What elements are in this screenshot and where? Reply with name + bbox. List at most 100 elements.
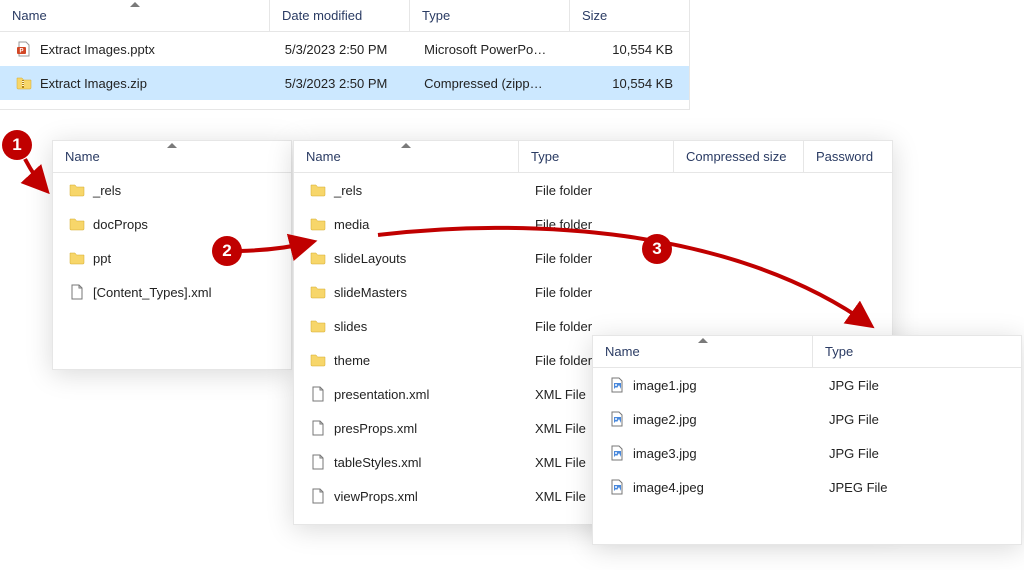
column-header-size[interactable]: Size — [570, 0, 680, 31]
file-list: _rels docProps ppt [Content_Types].xml — [53, 173, 291, 309]
column-header-type[interactable]: Type — [519, 141, 674, 172]
file-name: image4.jpeg — [633, 480, 704, 495]
folder-icon — [310, 250, 326, 266]
file-icon — [310, 488, 326, 504]
file-type: Microsoft PowerPo… — [414, 42, 573, 57]
list-item[interactable]: Extract Images.zip 5/3/2023 2:50 PMCompre… — [0, 66, 689, 100]
sort-ascending-icon — [698, 338, 708, 343]
step-number: 1 — [12, 135, 21, 155]
file-type: JPG File — [819, 446, 999, 461]
explorer-media-folder: Name Type image1.jpg JPG File image2.jpg JP… — [592, 335, 1022, 545]
file-size: 10,554 KB — [573, 42, 683, 57]
column-header-name[interactable]: Name — [0, 0, 270, 31]
column-header-type[interactable]: Type — [410, 0, 570, 31]
img-icon — [609, 411, 625, 427]
column-label: Name — [605, 344, 640, 359]
list-item[interactable]: image4.jpeg JPEG File — [593, 470, 1021, 504]
file-name: _rels — [334, 183, 362, 198]
folder-icon — [310, 216, 326, 232]
folder-icon — [310, 284, 326, 300]
column-header-name[interactable]: Name — [593, 336, 813, 367]
column-label: Type — [825, 344, 853, 359]
file-date: 5/3/2023 2:50 PM — [275, 76, 414, 91]
column-label: Name — [12, 8, 47, 23]
list-item[interactable]: image3.jpg JPG File — [593, 436, 1021, 470]
list-item[interactable]: slideLayoutsFile folder — [294, 241, 892, 275]
file-icon — [310, 386, 326, 402]
column-label: Compressed size — [686, 149, 786, 164]
column-header-compressed[interactable]: Compressed size — [674, 141, 804, 172]
folder-icon — [69, 216, 85, 232]
file-name: media — [334, 217, 369, 232]
column-label: Size — [582, 8, 607, 23]
column-label: Name — [306, 149, 341, 164]
column-label: Date modified — [282, 8, 362, 23]
file-icon — [69, 284, 85, 300]
list-item[interactable]: media File folder — [294, 207, 892, 241]
file-name: docProps — [93, 217, 148, 232]
file-type: Compressed (zipp… — [414, 76, 573, 91]
file-type: File folder — [525, 183, 680, 198]
file-type: JPG File — [819, 412, 999, 427]
folder-icon — [69, 250, 85, 266]
file-type: File folder — [525, 217, 680, 232]
file-type: JPG File — [819, 378, 999, 393]
file-name: image3.jpg — [633, 446, 697, 461]
file-name: Extract Images.zip — [40, 76, 147, 91]
file-name: viewProps.xml — [334, 489, 418, 504]
column-header-name[interactable]: Name — [294, 141, 519, 172]
list-item[interactable]: image2.jpg JPG File — [593, 402, 1021, 436]
img-icon — [609, 479, 625, 495]
file-name: ppt — [93, 251, 111, 266]
file-name: image1.jpg — [633, 378, 697, 393]
file-list: image1.jpgJPG Fileimage2.jpgJPG Fileimag… — [593, 368, 1021, 504]
column-label: Type — [531, 149, 559, 164]
column-header-row: Name Type Compressed size Password — [294, 141, 892, 173]
column-header-date[interactable]: Date modified — [270, 0, 410, 31]
file-icon — [310, 420, 326, 436]
file-name: Extract Images.pptx — [40, 42, 155, 57]
column-label: Type — [422, 8, 450, 23]
file-size: 10,554 KB — [573, 76, 683, 91]
explorer-main: Name Date modified Type Size P Extract Im… — [0, 0, 690, 110]
explorer-zip-root: Name _rels docProps ppt [Content_Types].xml — [52, 140, 292, 370]
list-item[interactable]: P Extract Images.pptx 5/3/2023 2:50 PMMicr… — [0, 32, 689, 66]
folder-icon — [310, 318, 326, 334]
file-icon — [310, 454, 326, 470]
list-item[interactable]: slideMasters File folder — [294, 275, 892, 309]
step-number: 3 — [652, 239, 661, 259]
file-name: slides — [334, 319, 367, 334]
file-type: File folder — [525, 285, 680, 300]
column-label: Name — [65, 149, 100, 164]
list-item[interactable]: _rels — [53, 173, 291, 207]
file-type: JPEG File — [819, 480, 999, 495]
column-header-password[interactable]: Password — [804, 141, 884, 172]
zip-icon — [16, 75, 32, 91]
list-item[interactable]: _rels File folder — [294, 173, 892, 207]
column-label: Password — [816, 149, 873, 164]
list-item[interactable]: image1.jpg JPG File — [593, 368, 1021, 402]
column-header-row: Name Date modified Type Size — [0, 0, 689, 32]
folder-icon — [69, 182, 85, 198]
svg-text:P: P — [19, 49, 23, 55]
column-header-type[interactable]: Type — [813, 336, 993, 367]
file-name: presProps.xml — [334, 421, 417, 436]
file-name: [Content_Types].xml — [93, 285, 212, 300]
column-header-name[interactable]: Name — [53, 141, 291, 172]
step-badge-3: 3 — [642, 234, 672, 264]
folder-icon — [310, 182, 326, 198]
list-item[interactable]: [Content_Types].xml — [53, 275, 291, 309]
file-name: image2.jpg — [633, 412, 697, 427]
column-header-row: Name — [53, 141, 291, 173]
img-icon — [609, 445, 625, 461]
list-item[interactable]: docProps — [53, 207, 291, 241]
file-date: 5/3/2023 2:50 PM — [275, 42, 414, 57]
file-name: slideLayouts — [334, 251, 406, 266]
folder-icon — [310, 352, 326, 368]
list-item[interactable]: ppt — [53, 241, 291, 275]
file-name: slideMasters — [334, 285, 407, 300]
file-name: tableStyles.xml — [334, 455, 421, 470]
step-number: 2 — [222, 241, 231, 261]
img-icon — [609, 377, 625, 393]
sort-ascending-icon — [401, 143, 411, 148]
